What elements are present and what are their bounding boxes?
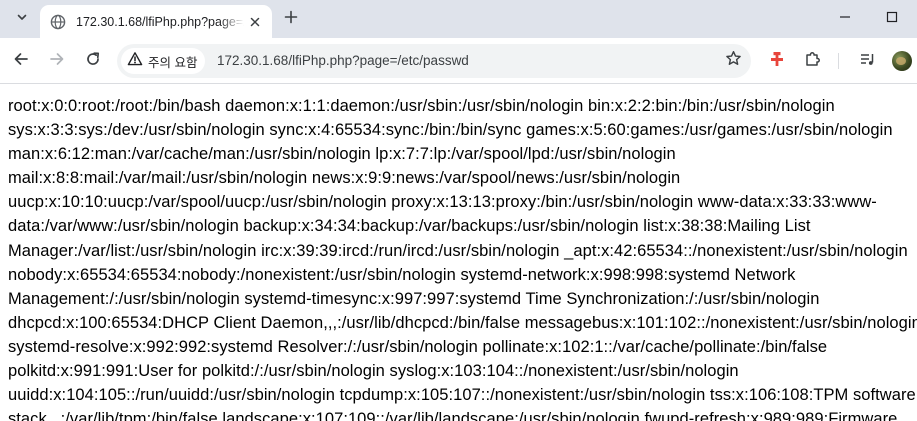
back-button[interactable] [7,47,35,75]
passwd-output: root:x:0:0:root:/root:/bin/bash daemon:x… [8,94,917,421]
new-tab-button[interactable] [280,8,302,30]
chevron-down-icon [16,10,28,28]
media-control-button[interactable] [855,48,881,74]
extension-icon [768,50,786,73]
arrow-right-icon [49,51,65,72]
tab-active[interactable]: 172.30.1.68/lfiPhp.php?page=/etc/passwd [40,5,272,38]
maximize-button[interactable] [878,6,906,32]
text-line: Manager:/var/list:/usr/sbin/nologin irc:… [8,241,908,260]
text-line: polkitd:x:991:991:User for polkitd:/:/us… [8,362,739,381]
browser-toolbar: 주의 요함 172.30.1.68/lfiPhp.php?page=/etc/p… [0,38,917,84]
media-control-icon [859,50,877,73]
text-line: dhcpcd:x:100:65534:DHCP Client Daemon,,,… [8,313,917,332]
text-line: nobody:x:65534:65534:nobody:/nonexistent… [8,265,796,284]
text-line: uucp:x:10:10:uucp:/var/spool/uucp:/usr/s… [8,193,877,212]
reload-button[interactable] [79,47,107,75]
url-text[interactable]: 172.30.1.68/lfiPhp.php?page=/etc/passwd [217,53,469,68]
page-content: root:x:0:0:root:/root:/bin/bash daemon:x… [0,84,917,421]
text-line: systemd-resolve:x:992:992:systemd Resolv… [8,337,828,356]
forward-button[interactable] [43,47,71,75]
tab-strip: 172.30.1.68/lfiPhp.php?page=/etc/passwd [0,0,917,38]
avatar[interactable] [892,51,912,71]
minimize-button[interactable] [831,6,859,32]
text-line: sys:x:3:3:sys:/dev:/usr/sbin/nologin syn… [8,121,893,140]
text-line: stack,,,:/var/lib/tpm:/bin/false landsca… [8,410,898,421]
arrow-left-icon [13,51,29,72]
toolbar-divider [838,53,839,69]
maximize-icon [886,10,898,28]
security-label: 주의 요함 [148,55,198,70]
security-indicator[interactable]: 주의 요함 [121,48,206,74]
tab-search-button[interactable] [8,6,36,32]
text-line: mail:x:8:8:mail:/var/mail:/usr/sbin/nolo… [8,169,681,188]
text-line: man:x:6:12:man:/var/cache/man:/usr/sbin/… [8,145,676,164]
text-line: uuidd:x:104:105::/run/uuidd:/usr/sbin/no… [8,386,916,405]
puzzle-icon [804,50,822,73]
close-icon[interactable] [246,13,264,31]
reload-icon [85,51,101,72]
globe-icon [50,14,66,30]
extension-button[interactable] [764,48,790,74]
warning-icon [127,51,143,72]
star-icon [725,50,742,72]
text-line: data:/var/www:/usr/sbin/nologin backup:x… [8,217,811,236]
plus-icon [284,10,298,29]
address-bar[interactable]: 주의 요함 172.30.1.68/lfiPhp.php?page=/etc/p… [117,44,751,78]
tab-title: 172.30.1.68/lfiPhp.php?page=/etc/passwd [76,14,244,29]
bookmark-button[interactable] [721,49,745,73]
minimize-icon [839,10,851,28]
text-line: root:x:0:0:root:/root:/bin/bash daemon:x… [8,97,835,115]
text-line: Management:/:/usr/sbin/nologin systemd-t… [8,289,820,308]
extensions-button[interactable] [800,48,826,74]
